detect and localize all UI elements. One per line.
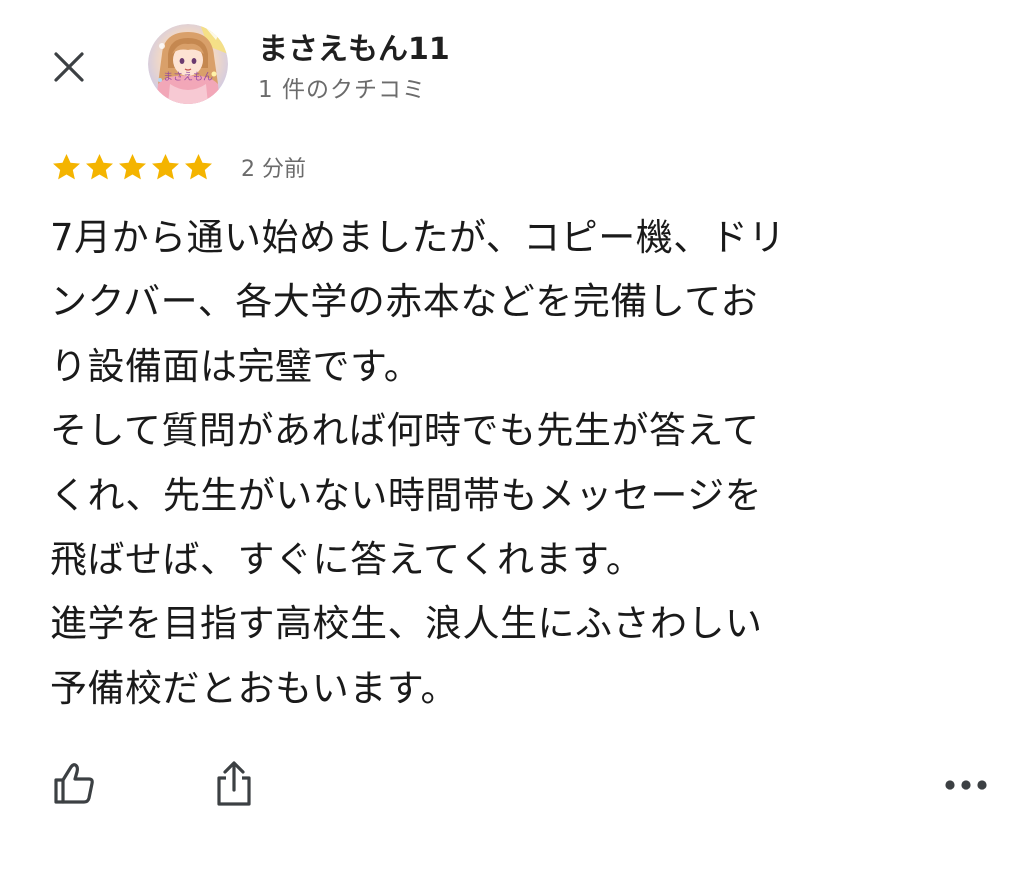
review-count: 1 件のクチコミ bbox=[258, 77, 426, 103]
star-icon bbox=[185, 153, 212, 179]
avatar[interactable]: まさえもん bbox=[148, 24, 228, 104]
rating-row: 2 分前 bbox=[50, 148, 306, 186]
review-line: そして質問があれば何時でも先生が答えて bbox=[50, 409, 760, 453]
review-time: 2 分前 bbox=[241, 157, 306, 182]
close-button[interactable] bbox=[44, 42, 94, 92]
share-button[interactable] bbox=[206, 756, 262, 812]
reviewer-name[interactable]: まさえもん11 bbox=[258, 24, 450, 68]
more-horizontal-icon bbox=[945, 780, 987, 790]
more-options-button[interactable] bbox=[936, 760, 996, 810]
like-button[interactable] bbox=[46, 756, 102, 812]
review-line: 7月から通い始めましたが、コピー機、ドリ bbox=[50, 216, 786, 259]
close-icon bbox=[54, 52, 84, 82]
star-icon bbox=[53, 153, 80, 179]
share-icon bbox=[217, 761, 251, 806]
star-icon bbox=[152, 153, 179, 179]
avatar-image: まさえもん bbox=[148, 24, 228, 104]
review-line: 飛ばせば、すぐに答えてくれます。 bbox=[50, 537, 644, 581]
thumbs-up-icon bbox=[54, 763, 94, 804]
star-icon bbox=[86, 153, 113, 179]
review-text: 7月から通い始めましたが、コピー機、ドリ ンクバー、各大学の赤本などを完備しており… bbox=[50, 206, 970, 721]
star-rating bbox=[50, 151, 215, 184]
review-line: 予備校だとおもいます。 bbox=[50, 666, 459, 710]
review-line: ンクバー、各大学の赤本などを完備してお bbox=[50, 280, 759, 324]
review-line: くれ、先生がいない時間帯もメッセージを bbox=[50, 473, 763, 517]
star-icon bbox=[119, 153, 146, 179]
svg-text:まさえもん: まさえもん bbox=[163, 71, 213, 83]
review-line: り設備面は完璧です。 bbox=[50, 344, 422, 388]
review-line: 進学を目指す高校生、浪人生にふさわしい bbox=[50, 602, 763, 646]
